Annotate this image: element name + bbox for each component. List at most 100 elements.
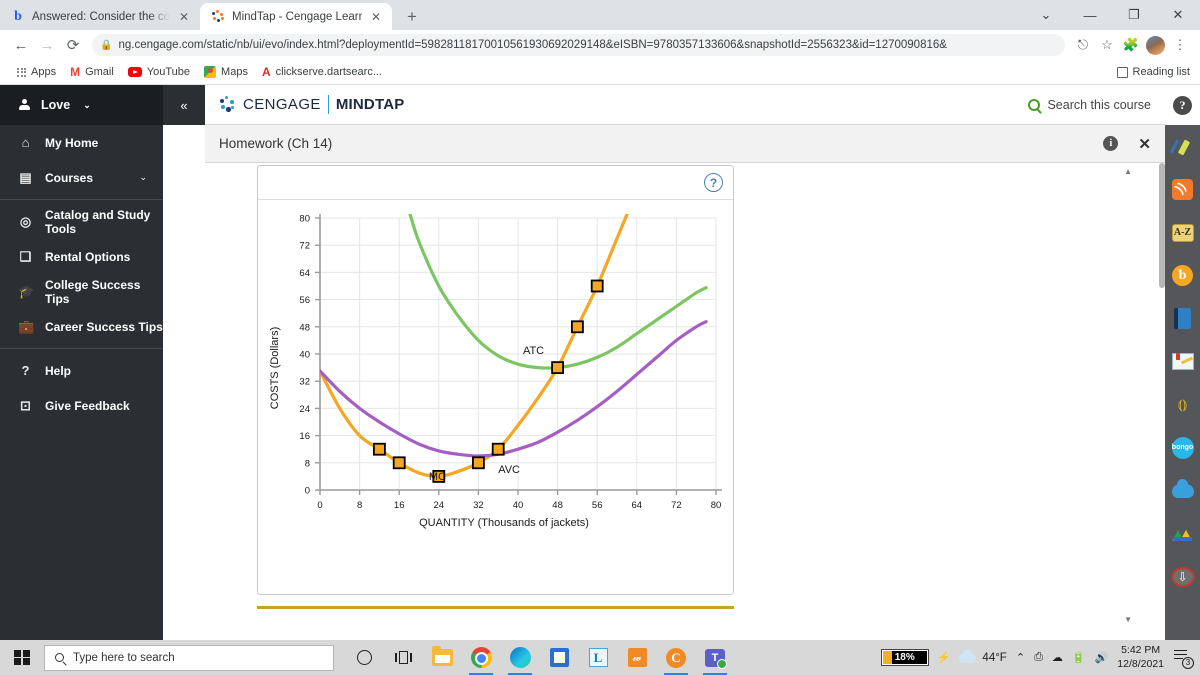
taskbar-file-explorer[interactable] <box>425 640 459 675</box>
data-point-marker[interactable] <box>471 456 485 470</box>
data-point-marker[interactable] <box>373 442 386 456</box>
taskbar-task-view[interactable] <box>386 640 420 675</box>
sidebar-item-college-success-tips[interactable]: 🎓 College Success Tips <box>0 274 163 309</box>
tool-ebook[interactable] <box>1165 297 1200 340</box>
tool-bongo[interactable]: bongo <box>1165 426 1200 469</box>
search-this-course-button[interactable]: Search this course <box>1028 98 1151 112</box>
bookmark-gmail[interactable]: M Gmail <box>63 65 121 79</box>
clock[interactable]: 5:42 PM 12/8/2021 <box>1117 644 1164 670</box>
battery-indicator[interactable]: 18% <box>880 649 929 666</box>
browser-tab-bartleby[interactable]: b Answered: Consider the competit ✕ <box>0 3 200 30</box>
forward-button[interactable]: → <box>34 32 60 58</box>
chrome-menu-icon[interactable]: ⋮ <box>1168 33 1192 57</box>
profile-avatar[interactable] <box>1146 35 1165 55</box>
gmail-icon: M <box>70 65 81 79</box>
extensions-puzzle-icon[interactable]: 🧩 <box>1119 33 1143 57</box>
y-tick-label: 40 <box>299 350 310 361</box>
data-point-marker[interactable] <box>491 442 505 456</box>
taskbar-lockdown-browser[interactable]: L <box>581 640 615 675</box>
reload-button[interactable]: ⟳ <box>60 32 86 58</box>
minimize-button[interactable]: — <box>1068 0 1112 30</box>
notification-badge: 3 <box>1182 656 1194 669</box>
tool-glossary[interactable]: A-Z <box>1165 211 1200 254</box>
data-point-marker[interactable] <box>551 361 565 375</box>
chevron-down-icon: ⌄ <box>83 99 91 110</box>
data-point-marker[interactable] <box>590 279 604 293</box>
taskbar-orange-app[interactable]: 𝔀 <box>620 640 654 675</box>
book-icon: ▤ <box>19 170 32 185</box>
lockdown-browser-icon: L <box>588 648 608 667</box>
new-tab-button[interactable]: + <box>400 7 424 27</box>
maximize-button[interactable]: ❐ <box>1112 0 1156 30</box>
data-point-marker[interactable] <box>570 320 584 334</box>
tab-close-icon[interactable]: ✕ <box>177 10 191 24</box>
data-point-marker[interactable] <box>392 456 406 470</box>
highlighter-pen-icon <box>1171 137 1195 157</box>
tab-close-icon[interactable]: ✕ <box>369 10 383 24</box>
open-book-icon: ❑ <box>19 249 32 264</box>
taskbar-cengage-app[interactable]: C <box>659 640 693 675</box>
sidebar-item-help[interactable]: ? Help <box>0 353 163 388</box>
taskbar-teams[interactable]: T <box>698 640 732 675</box>
microsoft-store-icon <box>549 648 569 667</box>
volume-icon[interactable]: 🔊 <box>1095 651 1109 664</box>
taskbar-search-input[interactable]: Type here to search <box>44 644 334 671</box>
chart-svg: 0 8 16 24 32 40 48 56 64 72 80 0 8 16 24 32 40 48 56 64 72 80… <box>269 214 722 529</box>
bookmark-clickserve[interactable]: A clickserve.dartsearc... <box>255 65 389 79</box>
tab-search-chevron-icon[interactable]: ⌄ <box>1024 0 1068 30</box>
taskbar-edge[interactable] <box>503 640 537 675</box>
help-circle-icon[interactable]: ? <box>704 173 723 192</box>
tool-onedrive[interactable] <box>1165 469 1200 512</box>
taskbar-microsoft-store[interactable] <box>542 640 576 675</box>
info-icon[interactable]: i <box>1103 136 1119 151</box>
tool-notes[interactable] <box>1165 340 1200 383</box>
taskbar-chrome[interactable] <box>464 640 498 675</box>
home-icon: ⌂ <box>21 135 30 150</box>
scroll-down-arrow[interactable]: ▼ <box>1124 615 1132 624</box>
bookmark-star-icon[interactable]: ☆ <box>1095 33 1119 57</box>
sidebar-item-catalog-and-study-tools[interactable]: ◎ Catalog and Study Tools <box>0 204 163 239</box>
notification-center-button[interactable]: 3 <box>1173 648 1194 669</box>
sidebar-user-menu[interactable]: Love ⌄ <box>0 85 163 125</box>
sidebar-collapse-button[interactable]: « <box>163 85 205 125</box>
sidebar-item-rental-options[interactable]: ❑ Rental Options <box>0 239 163 274</box>
share-icon[interactable]: ⎋ <box>1071 33 1095 57</box>
question-circle-icon: ? <box>21 363 30 378</box>
sidebar-item-courses[interactable]: ▤ Courses ⌄ <box>0 160 163 195</box>
sidebar-item-give-feedback[interactable]: ⊡ Give Feedback <box>0 388 163 423</box>
tool-google-drive[interactable] <box>1165 512 1200 555</box>
bookmark-apps[interactable]: Apps <box>10 66 63 78</box>
right-toolbar-help-button[interactable]: ? <box>1165 85 1200 125</box>
tool-anchor[interactable]: ⇩ <box>1165 555 1200 598</box>
cloud-icon <box>959 648 977 663</box>
browser-tab-mindtap[interactable]: MindTap - Cengage Learning ✕ <box>200 3 392 30</box>
show-hidden-icons-chevron[interactable]: ⌃ <box>1016 651 1025 664</box>
y-tick-label: 80 <box>299 214 310 225</box>
sidebar-item-career-success-tips[interactable]: 💼 Career Success Tips <box>0 309 163 344</box>
scroll-up-arrow[interactable]: ▲ <box>1124 167 1132 176</box>
taskbar-cortana[interactable] <box>347 640 381 675</box>
a-to-z-glossary-icon: A-Z <box>1171 223 1194 242</box>
back-button[interactable]: ← <box>8 32 34 58</box>
close-icon[interactable]: ✕ <box>1138 135 1151 153</box>
sidebar-item-label: Career Success Tips <box>45 319 163 334</box>
tool-highlighter[interactable] <box>1165 125 1200 168</box>
start-button[interactable] <box>0 649 44 666</box>
y-tick-label: 32 <box>299 377 310 388</box>
assignment-title: Homework (Ch 14) <box>219 136 333 151</box>
tool-brainhoney[interactable]: b <box>1165 254 1200 297</box>
reading-list-button[interactable]: Reading list <box>1116 66 1190 78</box>
series-label-avc: AVC <box>498 464 520 476</box>
battery-tray-icon[interactable]: 🔋 <box>1072 651 1086 664</box>
screen: b Answered: Consider the competit ✕ Mind… <box>0 0 1200 675</box>
tool-rss[interactable] <box>1165 168 1200 211</box>
address-bar[interactable]: 🔒 ng.cengage.com/static/nb/ui/evo/index.… <box>92 34 1065 56</box>
tool-read-aloud[interactable]: ⦅⦆ <box>1165 383 1200 426</box>
close-window-button[interactable]: ✕ <box>1156 0 1200 30</box>
bookmark-maps[interactable]: Maps <box>197 66 255 78</box>
sidebar-item-my-home[interactable]: ⌂ My Home <box>0 125 163 160</box>
bookmark-youtube[interactable]: YouTube <box>121 66 197 78</box>
camera-icon[interactable]: ⎙ <box>1034 651 1043 664</box>
weather-widget[interactable]: 44°F <box>959 648 1007 664</box>
onedrive-tray-icon[interactable]: ☁ <box>1052 651 1063 664</box>
